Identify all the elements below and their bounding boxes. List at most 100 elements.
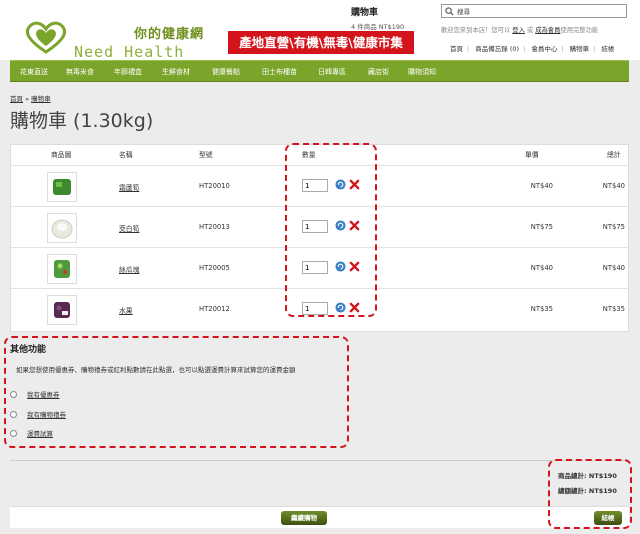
update-quantity-icon[interactable] — [335, 179, 346, 190]
table-row: 霜蘆筍 HT20010 NT$40 NT$40 — [11, 165, 628, 206]
column-header-model: 型號 — [199, 151, 213, 159]
product-model: HT20005 — [199, 264, 230, 272]
grand-total-row: 總額總計: NT$190 — [558, 485, 617, 495]
cart-table: 商品圖 名稱 型號 數量 單價 總計 霜蘆筍 HT20010 NT$40 NT$… — [10, 144, 629, 332]
continue-shopping-button[interactable]: 繼續購物 — [281, 511, 327, 525]
product-image-icon — [54, 302, 70, 318]
nav-item[interactable]: 購物須知 — [408, 67, 436, 77]
promo-banner[interactable]: 產地直營\有機\無毒\健康市集 — [228, 31, 414, 54]
site-logo[interactable]: 你的健康網 Need Health — [22, 14, 212, 61]
welcome-prefix: 歡迎您來到本店！您可以 — [441, 27, 511, 34]
breadcrumb-separator: » — [25, 95, 30, 103]
search-icon[interactable] — [445, 7, 454, 16]
mini-cart[interactable]: 購物車 4 件商品 NT$190 — [351, 5, 431, 31]
checkout-button[interactable]: 結帳 — [594, 511, 622, 525]
product-name-link[interactable]: 霜蘆筍 — [119, 182, 139, 192]
grand-total-label: 總額總計: — [558, 487, 587, 495]
product-model: HT20012 — [199, 305, 230, 313]
column-header-total: 總計 — [607, 151, 621, 159]
product-thumbnail[interactable] — [47, 295, 77, 325]
column-header-unit-price: 單價 — [525, 151, 539, 159]
welcome-or: 或 — [526, 27, 534, 34]
product-thumbnail[interactable] — [47, 213, 77, 243]
quantity-input[interactable] — [302, 179, 328, 192]
line-total: NT$75 — [602, 223, 625, 231]
remove-item-icon[interactable] — [349, 261, 360, 272]
line-total: NT$40 — [602, 264, 625, 272]
top-link-cart[interactable]: 購物車 — [570, 45, 590, 53]
shipping-estimate-option[interactable]: 運費試算 — [10, 428, 53, 438]
product-model: HT20010 — [199, 182, 230, 190]
quantity-input[interactable] — [302, 302, 328, 315]
line-total: NT$40 — [602, 182, 625, 190]
gift-voucher-option-label[interactable]: 我有購物禮券 — [27, 411, 66, 419]
subtotal-row: 商品總計: NT$190 — [558, 470, 617, 480]
nav-item[interactable]: 無毒米食 — [66, 67, 94, 77]
update-quantity-icon[interactable] — [335, 220, 346, 231]
breadcrumb-current[interactable]: 購物車 — [31, 95, 51, 103]
product-name-link[interactable]: 水果 — [119, 305, 133, 315]
product-name-link[interactable]: 絲瓜塊 — [119, 264, 139, 274]
top-link-account[interactable]: 會員中心 — [531, 45, 557, 53]
nav-item[interactable]: 田士布種苗 — [262, 67, 297, 77]
breadcrumb-home[interactable]: 首頁 — [10, 95, 23, 103]
nav-item[interactable]: 生鮮食材 — [162, 67, 190, 77]
gift-voucher-radio[interactable] — [10, 410, 17, 418]
column-header-name: 名稱 — [119, 151, 133, 159]
product-image-icon — [51, 219, 73, 239]
nav-item[interactable]: 藏店街 — [368, 67, 389, 77]
product-thumbnail[interactable] — [47, 254, 77, 284]
unit-price: NT$35 — [530, 305, 553, 313]
update-quantity-icon[interactable] — [335, 302, 346, 313]
logo-english-text: Need Health — [74, 43, 185, 61]
mini-cart-title[interactable]: 購物車 — [351, 5, 431, 18]
mini-cart-count: 4 件商品 NT$190 — [351, 23, 405, 31]
quantity-input[interactable] — [302, 261, 328, 274]
subtotal-value: NT$190 — [588, 472, 617, 480]
product-thumbnail[interactable] — [47, 172, 77, 202]
register-link[interactable]: 成為會員 — [535, 27, 560, 34]
line-total: NT$35 — [602, 305, 625, 313]
top-link-checkout[interactable]: 結帳 — [601, 45, 614, 53]
coupon-option-label[interactable]: 我有優惠券 — [27, 391, 60, 399]
table-row: 絲瓜塊 HT20005 NT$40 NT$40 — [11, 247, 628, 288]
remove-item-icon[interactable] — [349, 179, 360, 190]
shipping-estimate-radio[interactable] — [10, 429, 17, 437]
nav-item[interactable]: 花東直送 — [20, 67, 48, 77]
section-divider — [10, 460, 629, 461]
column-header-image: 商品圖 — [51, 151, 72, 159]
nav-item[interactable]: 日韓專區 — [318, 67, 346, 77]
product-image-icon — [54, 260, 70, 278]
page-title: 購物車 (1.30kg) — [10, 110, 154, 132]
other-functions-description: 如果您想使用優惠券、購物禮券或紅利點數請在此點選，也可以點選運費計算來試算您的運… — [16, 366, 296, 374]
search-box[interactable] — [441, 4, 627, 18]
coupon-radio[interactable] — [10, 390, 17, 398]
welcome-suffix: 使用完整功能 — [560, 27, 599, 34]
quantity-input[interactable] — [302, 220, 328, 233]
shipping-estimate-option-label[interactable]: 運費試算 — [27, 430, 53, 438]
logo-chinese-text: 你的健康網 — [134, 27, 205, 42]
table-row: 茭白筍 HT20013 NT$75 NT$75 — [11, 206, 628, 247]
table-row: 水果 HT20012 NT$35 NT$35 — [11, 288, 628, 329]
other-functions-section: 其他功能 — [10, 342, 46, 355]
top-link-home[interactable]: 首頁 — [450, 45, 463, 53]
remove-item-icon[interactable] — [349, 220, 360, 231]
welcome-text: 歡迎您來到本店！您可以 登入 或 成為會員使用完整功能 — [441, 25, 598, 34]
search-input[interactable] — [457, 6, 617, 16]
product-name-link[interactable]: 茭白筍 — [119, 223, 139, 233]
login-link[interactable]: 登入 — [512, 27, 525, 34]
coupon-option[interactable]: 我有優惠券 — [10, 389, 60, 399]
top-link-wishlist[interactable]: 商品備忘錄 (0) — [475, 45, 519, 53]
nav-item[interactable]: 年節禮盒 — [114, 67, 142, 77]
subtotal-label: 商品總計: — [558, 472, 587, 480]
product-model: HT20013 — [199, 223, 230, 231]
unit-price: NT$75 — [530, 223, 553, 231]
nav-item[interactable]: 健康餐點 — [212, 67, 240, 77]
main-nav: 花東直送 無毒米食 年節禮盒 生鮮食材 健康餐點 田士布種苗 日韓專區 藏店街 … — [10, 60, 629, 82]
gift-voucher-option[interactable]: 我有購物禮券 — [10, 409, 66, 419]
remove-item-icon[interactable] — [349, 302, 360, 313]
other-functions-title: 其他功能 — [10, 345, 47, 355]
update-quantity-icon[interactable] — [335, 261, 346, 272]
unit-price: NT$40 — [530, 264, 553, 272]
logo-heart-icon — [25, 21, 67, 54]
